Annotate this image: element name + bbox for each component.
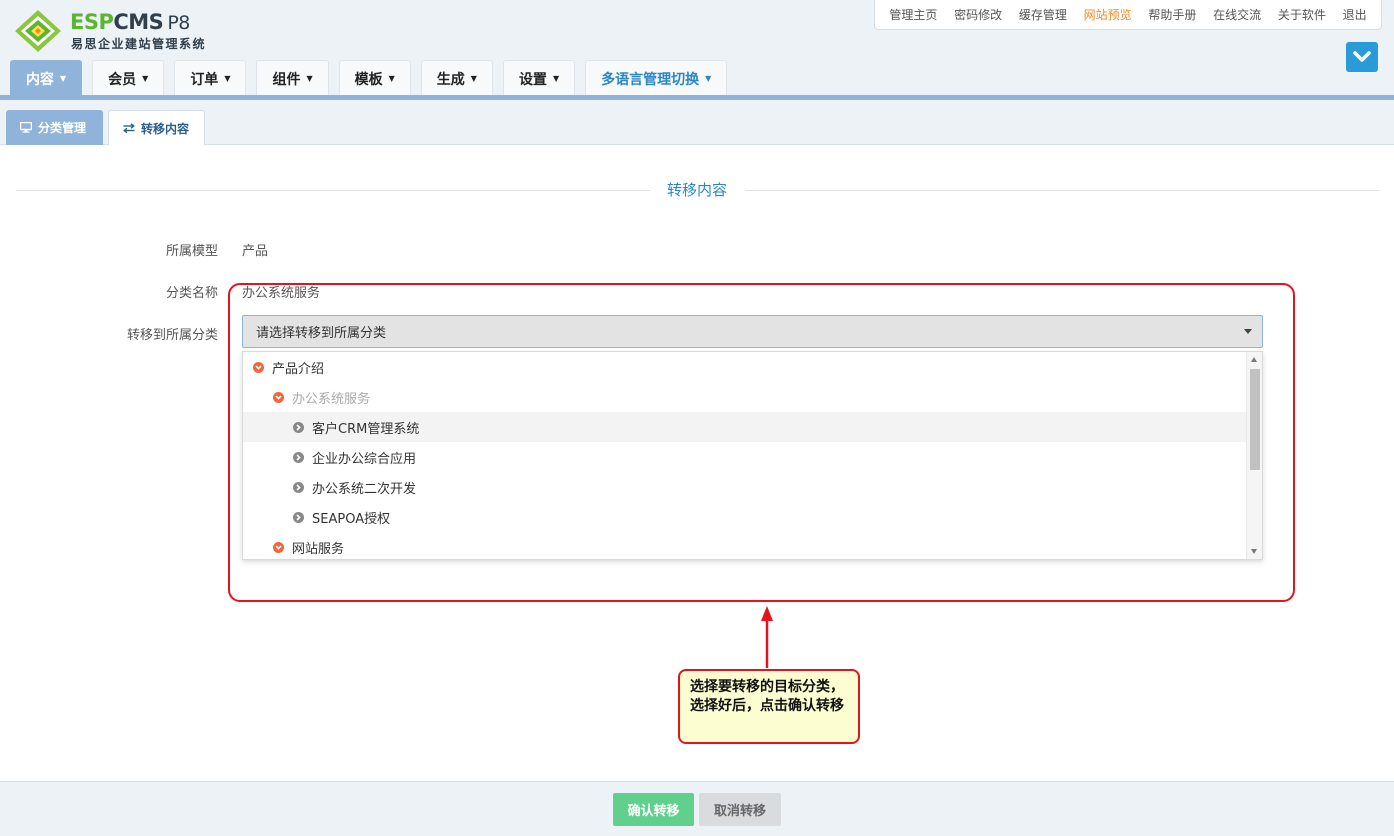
- nav-components-label: 组件: [272, 71, 301, 88]
- top-link-logout[interactable]: 退出: [1343, 6, 1367, 23]
- exchange-icon: [123, 123, 135, 133]
- caret-down-icon: ▼: [306, 74, 313, 83]
- nav-components[interactable]: 组件 ▼: [256, 60, 329, 96]
- nav-settings-label: 设置: [518, 71, 547, 88]
- top-link-online-chat[interactable]: 在线交流: [1213, 6, 1261, 23]
- nav-members-label: 会员: [108, 71, 137, 88]
- nav-content-label: 内容: [26, 71, 54, 88]
- nav-settings[interactable]: 设置 ▼: [502, 60, 576, 96]
- top-link-about[interactable]: 关于软件: [1278, 6, 1326, 23]
- section-divider-right: [745, 190, 1379, 191]
- top-link-admin-home[interactable]: 管理主页: [889, 6, 937, 23]
- espcms-logo-icon: [15, 10, 61, 52]
- monitor-icon: [20, 122, 32, 133]
- nav-members[interactable]: 会员 ▼: [92, 60, 165, 96]
- tab-transfer-content[interactable]: 转移内容: [108, 110, 205, 146]
- category-name-label: 分类名称: [165, 286, 218, 301]
- sub-tabs: 分类管理 转移内容: [0, 100, 1394, 146]
- top-link-help-manual[interactable]: 帮助手册: [1148, 6, 1196, 23]
- caret-down-icon: ▼: [224, 74, 231, 83]
- top-links-bar: 管理主页 密码修改 缓存管理 网站预览 帮助手册 在线交流 关于软件 退出: [874, 0, 1382, 30]
- collapse-toggle-button[interactable]: [1346, 42, 1378, 72]
- section-title: 转移内容: [666, 181, 727, 199]
- nav-orders-label: 订单: [190, 71, 219, 88]
- tab-category-manage[interactable]: 分类管理: [6, 110, 103, 145]
- top-link-change-password[interactable]: 密码修改: [954, 6, 1002, 23]
- cancel-transfer-button[interactable]: 取消转移: [699, 793, 781, 826]
- logo-version: P8: [167, 12, 190, 34]
- nav-language-switch-label: 多语言管理切换: [601, 71, 700, 88]
- caret-down-icon: ▼: [388, 74, 395, 83]
- logo-word-esp: ESP: [70, 10, 114, 34]
- logo-subtitle: 易思企业建站管理系统: [71, 37, 207, 51]
- footer-bar: 确认转移 取消转移: [0, 781, 1394, 836]
- top-link-site-preview[interactable]: 网站预览: [1084, 6, 1132, 23]
- confirm-transfer-button[interactable]: 确认转移: [613, 793, 694, 826]
- nav-generate[interactable]: 生成 ▼: [420, 60, 493, 96]
- header: ESPCMS P8 易思企业建站管理系统 管理主页 密码修改 缓存管理 网站预览 …: [0, 0, 1394, 98]
- caret-down-icon: ▼: [552, 74, 560, 83]
- annotation-arrow-icon: [761, 606, 773, 668]
- nav-orders[interactable]: 订单 ▼: [174, 60, 247, 96]
- caret-down-icon: ▼: [60, 74, 67, 83]
- model-label: 所属模型: [165, 244, 218, 259]
- nav-generate-label: 生成: [436, 71, 465, 88]
- caret-down-icon: ▼: [705, 74, 712, 83]
- nav-content[interactable]: 内容 ▼: [10, 60, 83, 96]
- model-value: 产品: [242, 244, 269, 259]
- annotation-callout: 选择要转移的目标分类，选择好后，点击确认转移: [678, 669, 860, 744]
- section-divider-left: [16, 190, 650, 191]
- chevron-down-icon: [1353, 51, 1371, 62]
- nav-templates-label: 模板: [354, 71, 383, 88]
- tab-category-manage-label: 分类管理: [38, 121, 87, 135]
- espcms-logo[interactable]: ESPCMS P8 易思企业建站管理系统: [12, 8, 252, 54]
- caret-down-icon: ▼: [470, 74, 477, 83]
- top-link-cache-manage[interactable]: 缓存管理: [1019, 6, 1067, 23]
- logo-word-cms: CMS: [113, 10, 164, 34]
- tab-transfer-content-label: 转移内容: [141, 121, 190, 136]
- nav-language-switch[interactable]: 多语言管理切换 ▼: [585, 60, 728, 96]
- nav-templates[interactable]: 模板 ▼: [338, 60, 411, 96]
- caret-down-icon: ▼: [142, 74, 149, 83]
- main-nav: 内容 ▼ 会员 ▼ 订单 ▼ 组件 ▼ 模板 ▼ 生成 ▼ 设置 ▼ 多语言管理切换 ▼: [10, 60, 728, 96]
- logo-wordmark: ESPCMS P8: [70, 11, 190, 34]
- target-category-label: 转移到所属分类: [126, 328, 218, 343]
- annotation-highlight-frame: [228, 283, 1295, 602]
